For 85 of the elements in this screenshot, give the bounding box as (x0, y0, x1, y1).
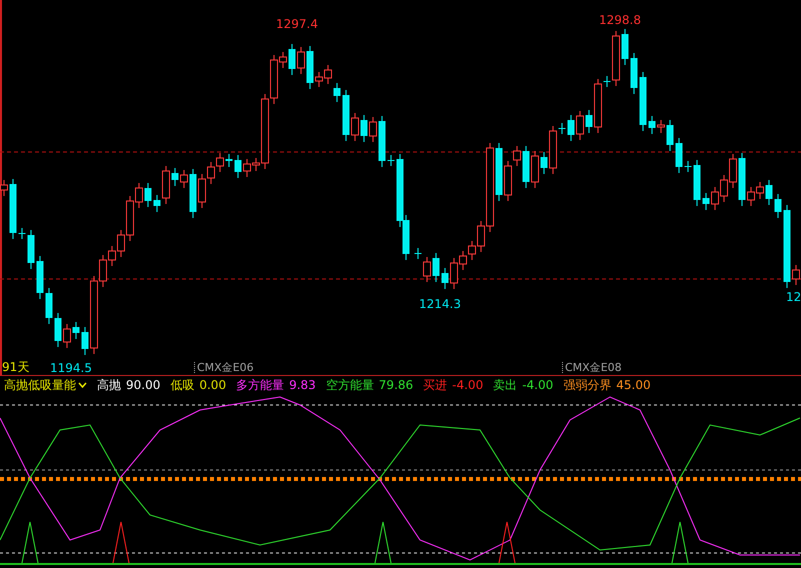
candlestick (657, 120, 665, 134)
candlestick (604, 76, 610, 88)
indicator-selector[interactable]: 高抛低吸量能 (4, 376, 87, 394)
candlestick (288, 44, 296, 76)
indicator-label: 卖出 (493, 377, 518, 394)
candlestick (576, 110, 584, 140)
indicator-value: 0.00 (199, 377, 226, 394)
candlestick (738, 152, 746, 206)
indicator-label: 多方能量 (236, 377, 284, 394)
candlestick (442, 268, 448, 290)
indicator-value: -4.00 (452, 377, 484, 394)
candlestick (432, 252, 440, 282)
candlestick (144, 182, 152, 208)
candlestick (414, 248, 422, 260)
candlestick (702, 192, 710, 210)
signal-spike (498, 522, 516, 564)
candlestick (351, 112, 359, 142)
candlestick (684, 160, 692, 172)
candlestick (342, 90, 350, 142)
candlestick (234, 154, 242, 178)
candlestick (388, 154, 394, 166)
candlestick (766, 180, 772, 206)
signal-spike (672, 522, 688, 564)
indicator-label: 空方能量 (326, 377, 374, 394)
candlestick (28, 230, 34, 270)
candlestick (522, 146, 530, 188)
candlestick (154, 194, 160, 212)
indicator-value: -4.00 (522, 377, 554, 394)
signal-spike (112, 522, 130, 564)
candlestick (46, 288, 52, 324)
candlestick (18, 228, 26, 240)
candlestick (594, 78, 602, 134)
candlestick (630, 52, 638, 94)
candlestick (180, 170, 188, 188)
candlestick (774, 194, 782, 218)
price-label: 1214.3 (419, 298, 461, 310)
candlestick (82, 326, 88, 356)
price-label: 12 (786, 291, 801, 303)
candlestick (640, 72, 646, 132)
candlestick (162, 166, 170, 204)
candlestick (369, 116, 377, 142)
candlestick (496, 142, 502, 202)
candlestick (568, 114, 574, 142)
signal-spike (22, 522, 38, 564)
candlestick (36, 256, 44, 300)
candlestick (72, 322, 80, 340)
candlestick (622, 28, 628, 66)
candlestick (648, 116, 656, 134)
indicator-value: 90.00 (126, 377, 160, 394)
candlestick (586, 110, 592, 134)
candlestick (676, 138, 682, 174)
candlestick (297, 46, 305, 74)
candlestick (694, 160, 700, 206)
price-label: 1297.4 (276, 18, 318, 30)
candlestick (612, 30, 620, 86)
candlestick (190, 168, 196, 218)
indicator-value: 45.00 (616, 377, 651, 394)
price-label: 1298.8 (599, 14, 641, 26)
price-label: 1194.5 (50, 362, 92, 374)
candlestick (423, 256, 431, 282)
candlestick (378, 116, 386, 168)
chevron-down-icon (78, 382, 87, 388)
candlestick (63, 324, 71, 348)
signal-spike (374, 522, 392, 564)
candlestick (531, 150, 539, 188)
indicator-label: 强弱分界 (563, 377, 612, 394)
candlestick (306, 46, 314, 90)
candlestick (549, 126, 557, 174)
indicator-label: 买进 (423, 377, 448, 394)
candlestick (360, 114, 368, 142)
candlestick (334, 82, 340, 102)
candlestick (54, 312, 62, 348)
period-label: 91天 (2, 361, 30, 373)
contract-label: CMX金E08 (562, 362, 622, 373)
contract-label: CMX金E06 (194, 362, 254, 373)
candlestick (226, 154, 232, 168)
indicator-label: 低吸 (170, 377, 194, 394)
candlestick (558, 122, 566, 134)
indicator-value: 9.83 (289, 377, 316, 394)
candlestick (10, 178, 16, 240)
candlestick (172, 168, 178, 186)
indicator-value: 79.86 (378, 377, 414, 394)
indicator-label: 高抛 (97, 377, 121, 394)
candlestick (540, 152, 548, 174)
candlestick (666, 120, 674, 152)
